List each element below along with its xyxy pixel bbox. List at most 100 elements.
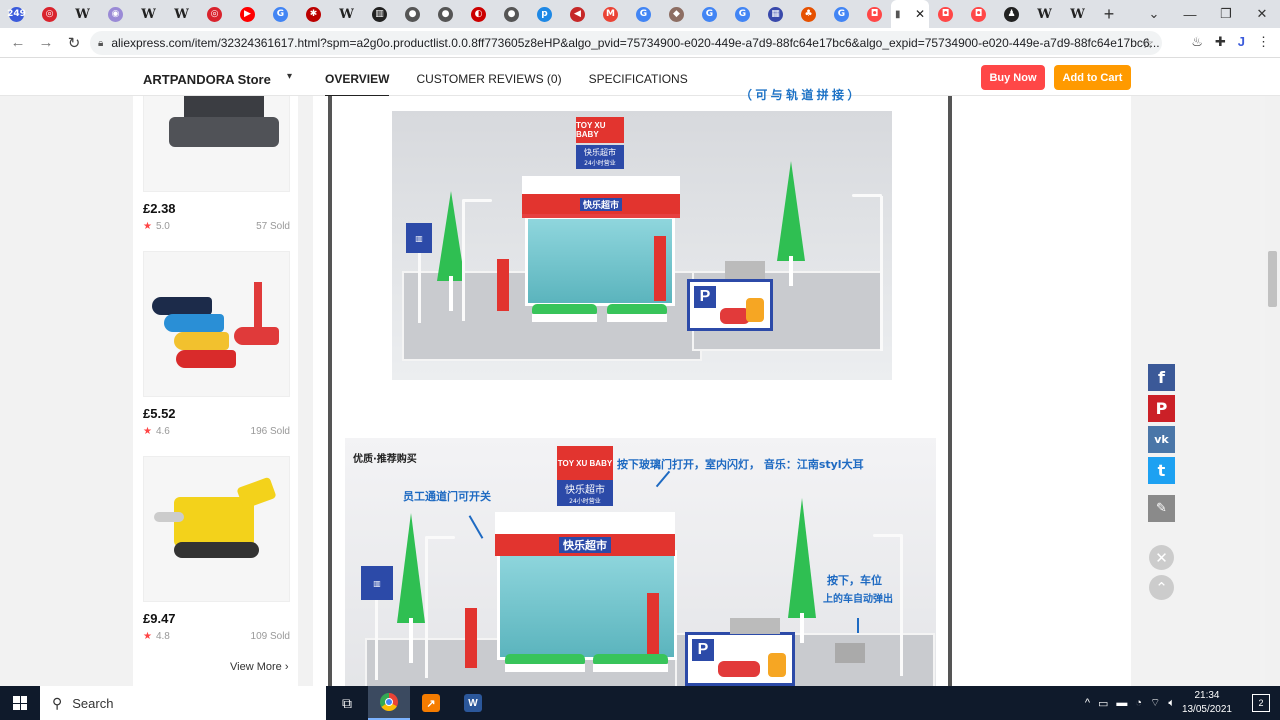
close-tab-icon[interactable]: ✕ [915, 7, 925, 21]
close-icon[interactable]: ✕ [1149, 545, 1174, 570]
pinterest-share-icon[interactable]: P [1148, 395, 1175, 422]
product-price: £5.52 [143, 406, 176, 421]
recommended-product[interactable]: £9.47 ★ 4.8 109 Sold [143, 456, 290, 642]
word-taskbar-icon[interactable]: W [452, 686, 494, 720]
tab-overview[interactable]: OVERVIEW [325, 72, 390, 98]
browser-tab[interactable]: ✱ [297, 0, 330, 28]
browser-tab[interactable]: ● [495, 0, 528, 28]
page-scrollbar-thumb[interactable] [1268, 251, 1277, 307]
reload-icon[interactable]: ↻ [60, 34, 88, 52]
browser-tab[interactable]: G [627, 0, 660, 28]
tab-favicon-icon: G [834, 6, 849, 22]
browser-tab[interactable]: ● [396, 0, 429, 28]
active-tab[interactable]: ▮ ✕ [891, 0, 929, 28]
address-bar[interactable]: 🔒︎ aliexpress.com/item/32324361617.html?… [90, 31, 1162, 55]
browser-tab[interactable]: ▶ [231, 0, 264, 28]
tray-network-icon[interactable]: ◔ [1135, 697, 1142, 709]
chrome-taskbar-icon[interactable] [368, 686, 410, 720]
star-icon: ★ [143, 631, 152, 642]
browser-tab[interactable]: ◘ [929, 0, 962, 28]
tab-specifications[interactable]: SPECIFICATIONS [589, 72, 688, 98]
recommended-product[interactable]: £2.38 ★ 5.0 57 Sold [143, 96, 290, 232]
store-name[interactable]: ARTPANDORA Store [143, 72, 271, 87]
browser-tab[interactable]: G [693, 0, 726, 28]
product-rating: 5.0 [155, 221, 170, 232]
tab-favicon-icon: W [1070, 6, 1085, 22]
browser-tab[interactable]: ◘ [858, 0, 891, 28]
browser-tab[interactable]: G [264, 0, 297, 28]
browser-tab[interactable]: W [165, 0, 198, 28]
maximize-button[interactable]: ❐ [1208, 6, 1244, 22]
browser-tab[interactable]: ◎ [33, 0, 66, 28]
browser-tab[interactable]: G [825, 0, 858, 28]
browser-tab[interactable]: ◉ [99, 0, 132, 28]
tree-model [788, 498, 816, 618]
product-image[interactable] [143, 456, 290, 602]
chevron-down-icon[interactable]: ▾ [287, 71, 292, 82]
browser-tab[interactable]: ◐ [462, 0, 495, 28]
tray-chevron-icon[interactable]: ^ [1085, 697, 1090, 709]
taskbar-search-box[interactable]: ⚲ Search [40, 686, 326, 720]
browser-tab[interactable]: ♣ [792, 0, 825, 28]
taskbar-clock[interactable]: 21:34 13/05/2021 [1182, 689, 1232, 717]
product-image[interactable] [143, 251, 290, 397]
browser-tab[interactable]: W [1061, 0, 1094, 28]
add-to-cart-button[interactable]: Add to Cart [1054, 65, 1131, 90]
tab-favicon-icon: ◘ [971, 6, 986, 22]
tray-meet-icon[interactable]: ▭ [1098, 697, 1108, 710]
browser-tab[interactable]: ◘ [962, 0, 995, 28]
notification-center-icon[interactable]: 2 [1252, 694, 1270, 712]
tab-customer-reviews[interactable]: CUSTOMER REVIEWS (0) [416, 72, 561, 98]
browser-tab[interactable]: G [726, 0, 759, 28]
extensions-puzzle-icon[interactable]: ✚ [1215, 34, 1226, 50]
product-sticky-header: ARTPANDORA Store ▾ OVERVIEW CUSTOMER REV… [0, 58, 1280, 98]
browser-tab[interactable]: ◎ [198, 0, 231, 28]
back-to-top-icon[interactable]: ⌃ [1149, 575, 1174, 600]
parking-p-icon: P [694, 286, 716, 308]
view-more-link[interactable]: View More › [230, 661, 289, 673]
tab-search-icon[interactable]: ⌄ [1136, 6, 1172, 22]
product-image[interactable] [143, 96, 290, 192]
browser-tab[interactable]: 249 [0, 0, 33, 28]
bookmark-star-icon[interactable]: ☆ [1141, 35, 1154, 52]
forward-icon[interactable]: → [32, 34, 60, 51]
tray-battery-icon[interactable]: ▬ [1116, 697, 1127, 709]
tab-favicon-icon: ▥ [372, 6, 387, 22]
browser-menu-icon[interactable]: ⋮ [1257, 34, 1270, 50]
recommended-product[interactable]: £5.52 ★ 4.6 196 Sold [143, 251, 290, 437]
buy-now-button[interactable]: Buy Now [981, 65, 1045, 90]
windows-start-button[interactable] [0, 686, 40, 720]
tray-wifi-icon[interactable]: ⌔ [1150, 696, 1160, 710]
task-view-icon[interactable]: ⧉ [326, 686, 368, 720]
browser-tab[interactable]: W [132, 0, 165, 28]
close-window-button[interactable]: ✕ [1244, 6, 1280, 22]
extension-j-icon[interactable]: J [1238, 34, 1245, 50]
browser-tab[interactable]: ◀ [561, 0, 594, 28]
extension-flame-icon[interactable]: ♨ [1191, 34, 1203, 50]
browser-tab[interactable]: ▥ [363, 0, 396, 28]
street-lamp-head [462, 199, 492, 202]
banner-post [654, 236, 666, 301]
browser-tab[interactable]: W [330, 0, 363, 28]
edit-share-icon[interactable]: ✎ [1148, 495, 1175, 522]
browser-tab[interactable]: ● [429, 0, 462, 28]
new-tab-button[interactable]: + [1094, 4, 1124, 25]
browser-tab[interactable]: p [528, 0, 561, 28]
app-taskbar-icon[interactable]: ↗ [410, 686, 452, 720]
twitter-share-icon[interactable]: t [1148, 457, 1175, 484]
browser-tab[interactable]: ▦ [759, 0, 792, 28]
tree-trunk [449, 276, 453, 311]
minimize-button[interactable]: — [1172, 7, 1208, 22]
browser-tab[interactable]: W [66, 0, 99, 28]
facebook-share-icon[interactable]: f [1148, 364, 1175, 391]
supermarket-sign: 快乐超市 [522, 194, 680, 214]
browser-tab[interactable]: ♟ [995, 0, 1028, 28]
page-scrollbar[interactable] [1265, 96, 1280, 686]
back-icon[interactable]: ← [4, 34, 32, 51]
vk-share-icon[interactable]: vk [1148, 426, 1175, 453]
browser-tab[interactable]: ◆ [660, 0, 693, 28]
taskbar-search-label: Search [72, 695, 114, 711]
browser-tab[interactable]: W [1028, 0, 1061, 28]
tray-volume-icon[interactable]: 🔈︎ [1168, 697, 1175, 710]
browser-tab[interactable]: M [594, 0, 627, 28]
